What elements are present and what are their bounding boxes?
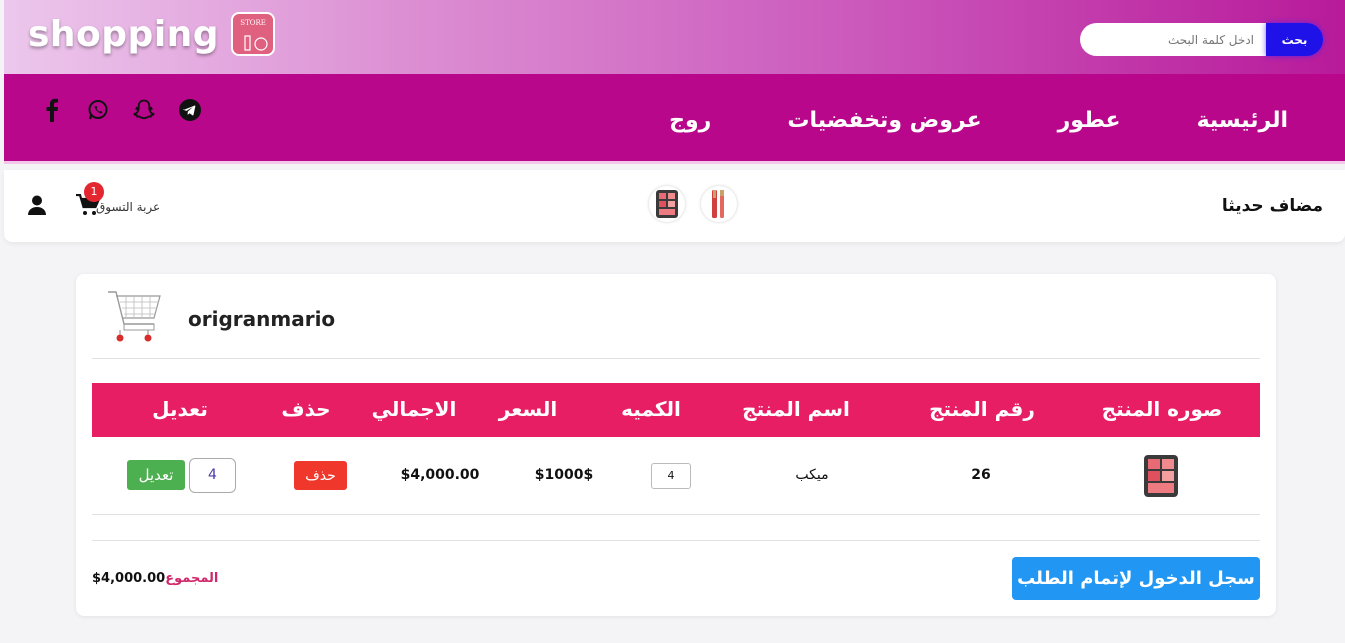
search-input[interactable] xyxy=(1080,23,1266,56)
nav-item-perfumes[interactable]: عطور xyxy=(1058,108,1121,133)
lipstick-thumb[interactable] xyxy=(701,186,737,222)
col-product-name: اسم المنتج xyxy=(742,397,850,421)
nav-links: الرئيسية عطور عروض وتخفضيات روج xyxy=(669,108,1288,133)
cart-label[interactable]: عربة التسوق xyxy=(96,200,160,214)
brand[interactable]: shopping STORE xyxy=(28,12,276,56)
login-checkout-button[interactable]: سجل الدخول لإتمام الطلب xyxy=(1012,557,1260,600)
username: origranmario xyxy=(188,307,336,331)
product-price: $1000$ xyxy=(534,467,594,483)
quantity-value: 4 xyxy=(651,463,691,489)
shopping-cart-icon xyxy=(106,288,162,346)
main-nav: الرئيسية عطور عروض وتخفضيات روج xyxy=(4,74,1345,164)
nav-item-lipstick[interactable]: روج xyxy=(669,108,711,133)
recently-added-title: مضاف حديثا xyxy=(1221,196,1323,216)
search-bar: بحث xyxy=(1080,23,1323,56)
product-id: 26 xyxy=(971,467,991,483)
cart-header: origranmario xyxy=(92,274,1260,359)
top-header: shopping STORE بحث xyxy=(4,0,1345,74)
col-total: الاجمالي xyxy=(371,397,457,421)
table-row: 26 ميكب 4 $1000$ $4,000.00 حذف 4 تعديل xyxy=(92,437,1260,515)
product-name: ميكب xyxy=(795,467,829,483)
nav-item-home[interactable]: الرئيسية xyxy=(1197,108,1288,133)
col-quantity: الكميه xyxy=(621,397,681,421)
facebook-icon[interactable] xyxy=(40,98,64,122)
recently-added-bar: مضاف حديثا عربة التسوق 1 xyxy=(4,170,1345,242)
total-value: $4,000.00 xyxy=(92,571,166,586)
product-total: $4,000.00 xyxy=(400,467,480,483)
cart-count-badge: 1 xyxy=(84,182,104,202)
table-header: صوره المنتج رقم المنتج اسم المنتج الكميه… xyxy=(92,383,1260,437)
search-button[interactable]: بحث xyxy=(1266,23,1323,56)
product-image xyxy=(1143,454,1179,498)
delete-button[interactable]: حذف xyxy=(294,461,347,490)
cart-area: عربة التسوق 1 xyxy=(28,182,160,220)
cart-total: $4,000.00المجموع xyxy=(92,571,218,586)
whatsapp-icon[interactable] xyxy=(86,98,110,122)
nav-item-offers[interactable]: عروض وتخفضيات xyxy=(787,108,981,133)
recent-thumbs xyxy=(649,186,737,222)
col-product-id: رقم المنتج xyxy=(929,397,1035,421)
col-edit: تعديل xyxy=(152,397,208,421)
col-product-image: صوره المنتج xyxy=(1101,397,1223,421)
edit-quantity-input[interactable]: 4 xyxy=(189,458,236,493)
snapchat-icon[interactable] xyxy=(132,98,156,122)
cart-card: origranmario صوره المنتج رقم المنتج اسم … xyxy=(76,274,1276,616)
divider xyxy=(92,540,1260,541)
user-icon[interactable] xyxy=(28,195,46,219)
total-label: المجموع xyxy=(165,571,219,586)
edit-button[interactable]: تعديل xyxy=(127,460,185,490)
col-delete: حذف xyxy=(281,397,331,421)
telegram-icon[interactable] xyxy=(178,98,202,122)
social-links xyxy=(40,98,202,122)
brand-name[interactable]: shopping xyxy=(28,14,219,55)
palette-thumb[interactable] xyxy=(649,186,685,222)
col-price: السعر xyxy=(498,397,558,421)
store-logo-icon[interactable]: STORE xyxy=(231,12,276,56)
